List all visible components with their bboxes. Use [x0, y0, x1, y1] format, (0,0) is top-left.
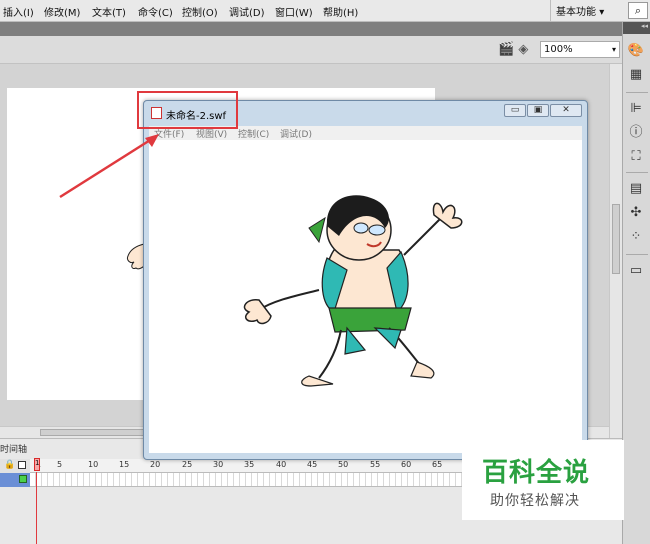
grid-icon[interactable]: ▦ [627, 66, 645, 84]
menu-commands[interactable]: 命令(C) [138, 4, 173, 19]
frame-number: 40 [276, 460, 287, 469]
annotation-arrow-icon [59, 134, 159, 199]
panel-divider [626, 92, 648, 93]
layer-row[interactable] [0, 473, 30, 487]
lock-icon[interactable]: 🔒 [4, 460, 15, 470]
menu-window[interactable]: 窗口(W) [275, 4, 313, 19]
collapse-panel-button[interactable]: ◂◂ [623, 22, 650, 34]
frame-number: 60 [401, 460, 412, 469]
cartoon-character-illustration [243, 195, 463, 387]
chevron-down-icon: ▾ [599, 7, 605, 18]
frame-number: 50 [338, 460, 349, 469]
vertical-scrollbar-thumb[interactable] [612, 204, 620, 274]
frame-number: 10 [88, 460, 99, 469]
horizontal-scrollbar-thumb[interactable] [40, 429, 160, 436]
zoom-value: 100% [544, 44, 573, 55]
timeline-tab[interactable]: 时间轴 [0, 442, 27, 455]
frame-number: 25 [182, 460, 193, 469]
playhead[interactable]: 1 [34, 458, 40, 544]
transform-icon[interactable]: ⛶ [627, 148, 645, 166]
menu-text[interactable]: 文本(T) [92, 4, 126, 19]
layer-controls: 🔒 [0, 459, 30, 473]
menu-debug[interactable]: 调试(D) [229, 4, 265, 19]
motion-icon[interactable]: ⁘ [627, 228, 645, 246]
components-icon[interactable]: ✣ [627, 204, 645, 222]
maximize-button[interactable]: ▣ [527, 104, 549, 117]
frame-number: 20 [150, 460, 161, 469]
watermark-subtitle: 助你轻松解决 [490, 493, 580, 509]
project-icon[interactable]: ▭ [627, 262, 645, 280]
chevron-down-icon: ▾ [611, 45, 616, 54]
frame-number: 55 [370, 460, 381, 469]
menu-bar: 插入(I) 修改(M) 文本(T) 命令(C) 控制(O) 调试(D) 窗口(W… [0, 0, 650, 22]
workspace-switcher[interactable]: 基本功能 ▾ [556, 3, 604, 18]
library-icon[interactable]: ▤ [627, 180, 645, 198]
frame-number: 65 [432, 460, 443, 469]
menu-divider [550, 0, 551, 22]
menu-modify[interactable]: 修改(M) [44, 4, 80, 19]
layer-color-icon [19, 475, 27, 483]
panel-divider [626, 254, 648, 255]
watermark-title: 百科全说 [482, 458, 591, 488]
swf-preview-window: 未命名-2.swf ▭ ▣ ✕ 文件(F) 视图(V) 控制(C) 调试(D) [143, 100, 588, 460]
frame-number: 45 [307, 460, 318, 469]
edit-bar-icons: 🎬 ◈ [498, 42, 528, 57]
playhead-marker[interactable]: 1 [34, 458, 40, 471]
frame-number: 15 [119, 460, 130, 469]
frame-number: 5 [57, 460, 63, 469]
symbol-icon[interactable]: ◈ [518, 42, 528, 57]
swf-menu-control[interactable]: 控制(C) [238, 127, 269, 140]
outline-icon[interactable] [18, 461, 26, 469]
menu-help[interactable]: 帮助(H) [323, 4, 358, 19]
align-icon[interactable]: ⊫ [627, 100, 645, 118]
panel-divider [626, 172, 648, 173]
close-button[interactable]: ✕ [550, 104, 582, 117]
swf-menu-debug[interactable]: 调试(D) [280, 127, 312, 140]
highlight-box [137, 91, 238, 129]
frame-number: 35 [244, 460, 255, 469]
menu-control[interactable]: 控制(O) [182, 4, 218, 19]
workspace-label: 基本功能 [556, 7, 596, 18]
scene-icon[interactable]: 🎬 [498, 42, 514, 57]
edit-bar [0, 36, 622, 64]
info-icon[interactable]: ⓘ [627, 124, 645, 142]
watermark: 百科全说 助你轻松解决 [462, 440, 624, 520]
color-swatch-icon[interactable]: 🎨 [627, 42, 645, 60]
frame-number: 30 [213, 460, 224, 469]
minimize-button[interactable]: ▭ [504, 104, 526, 117]
swf-content-area [149, 140, 582, 453]
zoom-select[interactable]: 100% ▾ [540, 41, 620, 58]
playhead-line [36, 472, 37, 544]
right-panel-dock: ◂◂ 🎨 ▦ ⊫ ⓘ ⛶ ▤ ✣ ⁘ ▭ [622, 22, 650, 544]
menu-insert[interactable]: 插入(I) [3, 4, 34, 19]
document-tab-bar [0, 22, 622, 36]
vertical-scrollbar[interactable] [609, 64, 622, 438]
search-icon[interactable]: ⌕ [628, 2, 648, 19]
